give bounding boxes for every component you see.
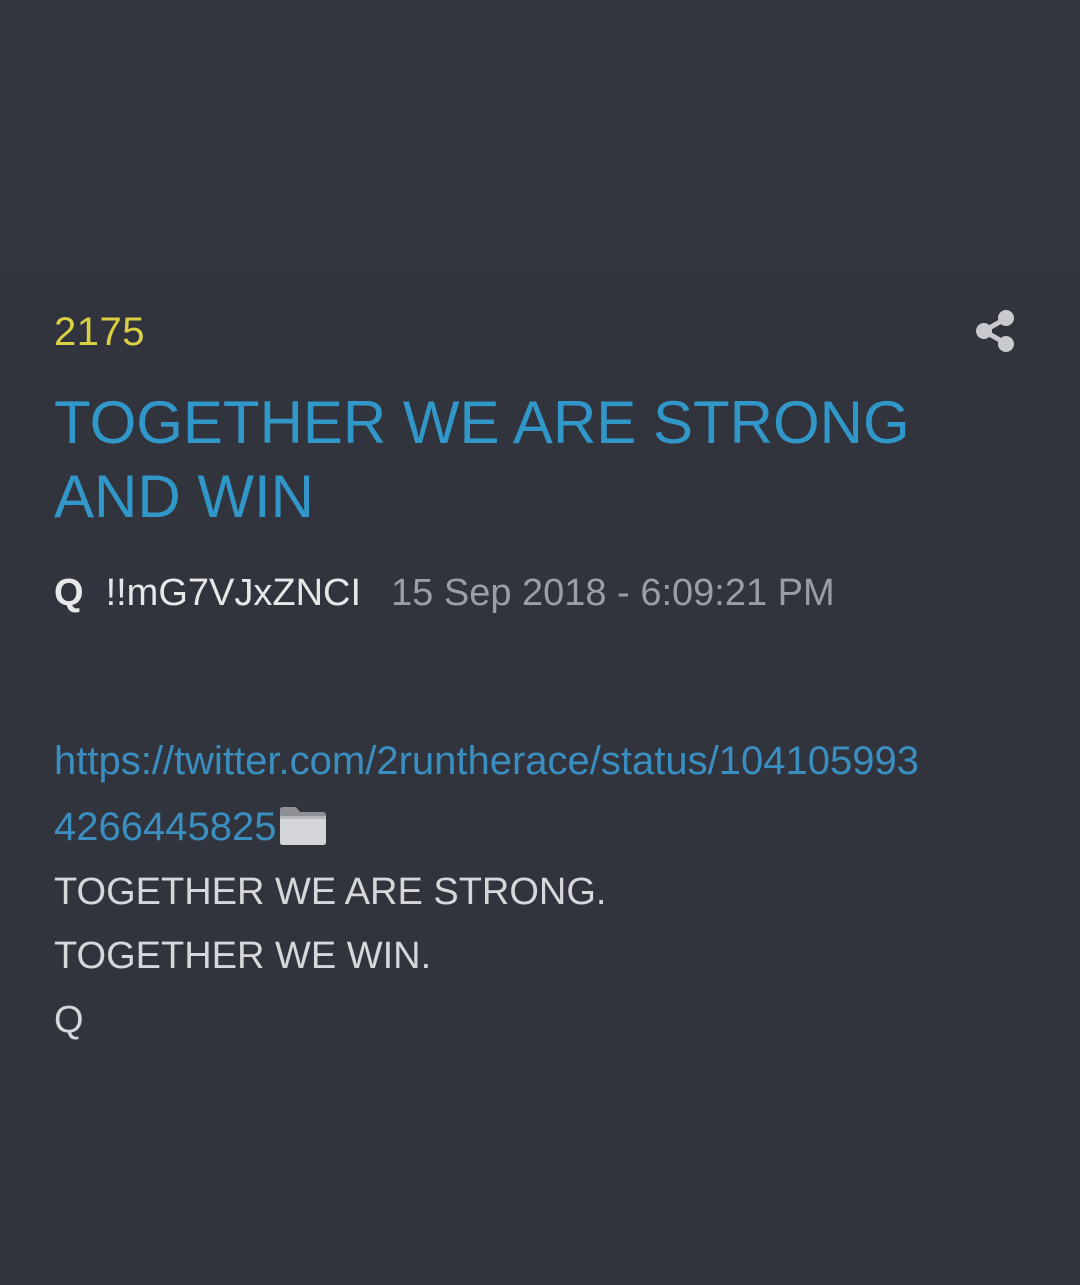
author-name: Q xyxy=(54,571,84,614)
top-spacer xyxy=(0,0,1080,270)
twitter-link-line-2[interactable]: 4266445825 xyxy=(54,805,276,849)
folder-icon[interactable] xyxy=(278,804,328,846)
twitter-link[interactable]: https://twitter.com/2runtherace/status/1… xyxy=(54,728,1024,860)
post-timestamp: 15 Sep 2018 - 6:09:21 PM xyxy=(391,571,835,614)
body-line-1: TOGETHER WE ARE STRONG. xyxy=(54,871,607,913)
page: 2175 TOGETHER WE ARE STRONG AND WIN Q !!… xyxy=(0,0,1080,1285)
share-button[interactable] xyxy=(970,306,1020,356)
post-header: 2175 TOGETHER WE ARE STRONG AND WIN Q !!… xyxy=(0,270,1080,665)
post-meta: Q !!mG7VJxZNCI 15 Sep 2018 - 6:09:21 PM xyxy=(54,568,835,618)
body-line-2: TOGETHER WE WIN. xyxy=(54,935,432,977)
post-body: https://twitter.com/2runtherace/status/1… xyxy=(54,728,1024,1052)
post-card: 2175 TOGETHER WE ARE STRONG AND WIN Q !!… xyxy=(0,270,1080,1285)
tripcode: !!mG7VJxZNCI xyxy=(105,571,362,614)
share-icon xyxy=(976,310,1014,352)
body-line-3: Q xyxy=(54,999,84,1041)
post-title: TOGETHER WE ARE STRONG AND WIN xyxy=(54,389,910,530)
post-number: 2175 xyxy=(54,310,145,354)
twitter-link-line-1[interactable]: https://twitter.com/2runtherace/status/1… xyxy=(54,739,919,783)
